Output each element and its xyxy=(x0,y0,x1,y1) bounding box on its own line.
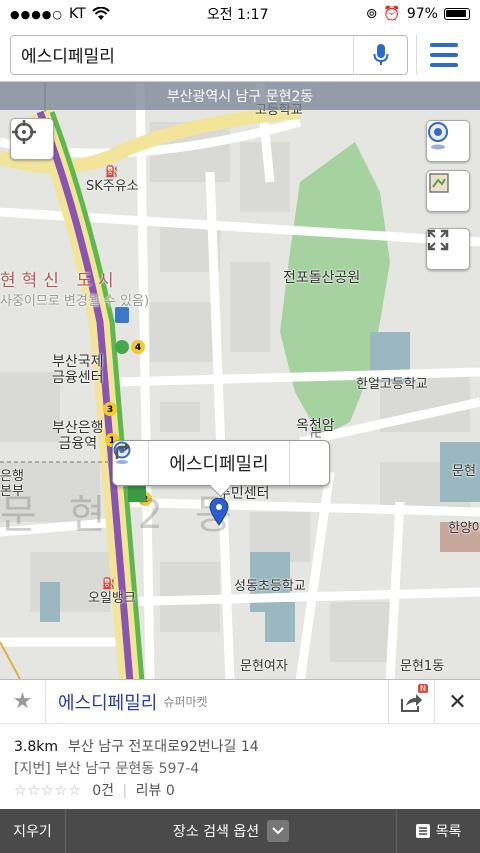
map-label-okcheonam: 옥천암 xyxy=(296,418,335,434)
clear-button[interactable]: 지우기 xyxy=(0,809,66,853)
layers-icon xyxy=(429,173,449,193)
map-label-urban-plan: 현혁신 도시 xyxy=(0,271,120,291)
favorite-button[interactable]: ★ xyxy=(0,679,46,724)
map-label-highschool: 한얼고등학교 xyxy=(356,377,428,392)
star-icon: ★ xyxy=(12,689,33,714)
map-label-girls-school: 문현여자 xyxy=(240,659,288,674)
location-banner: 부산광역시 남구 문현2동 xyxy=(0,82,480,110)
battery-icon xyxy=(443,8,470,20)
lot-address: [지번] 부산 남구 문현동 597-4 xyxy=(14,761,200,777)
expand-icon xyxy=(427,229,449,251)
map-label-plan-note: 사중이므로 변경될 수 있음) xyxy=(0,294,150,309)
map-label-busan-bank: 부산은행 금융역 xyxy=(52,420,104,453)
share-button[interactable]: N xyxy=(388,680,434,724)
place-info-card: ★ 에스디페밀리 슈퍼마켓 N ✕ 3.8km 부산 남구 전포대로92번나길 1… xyxy=(0,679,480,809)
svg-text:⛽: ⛽ xyxy=(105,165,119,178)
street-view-button[interactable] xyxy=(426,120,470,162)
map-label-elementary: 성동초등학교 xyxy=(234,579,306,594)
wifi-icon xyxy=(91,7,110,20)
rating-line: ☆☆☆☆☆ 0건 | 리뷰 0 xyxy=(14,783,175,799)
distance: 3.8km xyxy=(14,739,59,755)
review-count[interactable]: 리뷰 0 xyxy=(136,783,175,799)
current-location-button[interactable] xyxy=(10,118,54,160)
rotation-lock-icon: ⊚ xyxy=(365,6,378,22)
signal-dots-icon: ●●●●○ xyxy=(10,7,63,21)
list-icon xyxy=(415,824,430,838)
search-input[interactable]: 에스디페밀리 xyxy=(10,34,408,75)
status-bar: ●●●●○ KT 오전 1:17 ⊚ ⏰ 97% xyxy=(0,0,480,28)
search-options-label: 장소 검색 옵션 xyxy=(172,824,260,840)
map-label-gas-station: SK주유소 xyxy=(86,179,139,194)
battery-percent: 97% xyxy=(406,6,438,22)
place-header: ★ 에스디페밀리 슈퍼마켓 N ✕ xyxy=(0,679,480,724)
list-label: 목록 xyxy=(435,824,462,840)
clock: 오전 1:17 xyxy=(206,7,269,23)
carrier-label: KT xyxy=(69,6,86,22)
microphone-icon xyxy=(373,43,388,65)
share-icon xyxy=(400,694,422,712)
street-view-icon xyxy=(428,122,448,150)
menu-button[interactable] xyxy=(416,34,470,75)
map-label-munhyeon-1dong: 문현1동 xyxy=(400,659,445,674)
close-button[interactable]: ✕ xyxy=(434,680,480,724)
voice-search-button[interactable] xyxy=(353,35,407,74)
road-address: 부산 남구 전포대로92번나길 14 xyxy=(68,739,259,755)
map-layer-button[interactable] xyxy=(426,170,470,212)
place-name-link[interactable]: 에스디페밀리 xyxy=(58,689,157,715)
rating-count: 0건 xyxy=(92,783,115,799)
new-badge: N xyxy=(418,684,428,693)
chevron-down-icon xyxy=(267,820,290,842)
place-callout[interactable]: 에스디페밀리 xyxy=(112,440,330,486)
map-label-oil-bank: 오일뱅크 xyxy=(88,591,136,606)
search-bar: 에스디페밀리 xyxy=(0,28,480,82)
search-query: 에스디페밀리 xyxy=(21,47,115,67)
bottom-toolbar: 지우기 장소 검색 옵션 목록 xyxy=(0,809,480,853)
map-label-munhyeon-right: 문현 xyxy=(452,464,476,479)
callout-place-name: 에스디페밀리 xyxy=(169,454,269,475)
rating-stars: ☆☆☆☆☆ xyxy=(14,783,82,799)
turn-right-arrow-icon xyxy=(115,443,130,459)
map-label-hanyang: 한양아 xyxy=(448,521,480,536)
search-options-button[interactable]: 장소 검색 옵션 xyxy=(66,820,396,842)
svg-text:4: 4 xyxy=(135,343,141,353)
map-label-park: 전포돌산공원 xyxy=(283,270,361,286)
svg-text:⛽: ⛽ xyxy=(102,577,116,590)
place-category: 슈퍼마켓 xyxy=(163,695,208,709)
map-label-finance-center: 부산국제 금융센터 xyxy=(52,354,104,387)
fullscreen-button[interactable] xyxy=(426,228,470,270)
directions-button[interactable] xyxy=(115,441,329,485)
svg-text:3: 3 xyxy=(107,405,113,415)
address-line: 3.8km 부산 남구 전포대로92번나길 14 xyxy=(14,736,466,758)
map-view[interactable]: 4 3 1 2 卍 ⌂ ⛽ ⛽ 고등학교 SK주유소 현혁신 도시 사중이므로 … xyxy=(0,82,480,679)
crosshair-icon xyxy=(12,120,36,144)
alarm-icon: ⏰ xyxy=(383,6,401,22)
list-button[interactable]: 목록 xyxy=(396,809,480,853)
close-icon: ✕ xyxy=(448,689,467,715)
hamburger-icon xyxy=(429,42,458,47)
